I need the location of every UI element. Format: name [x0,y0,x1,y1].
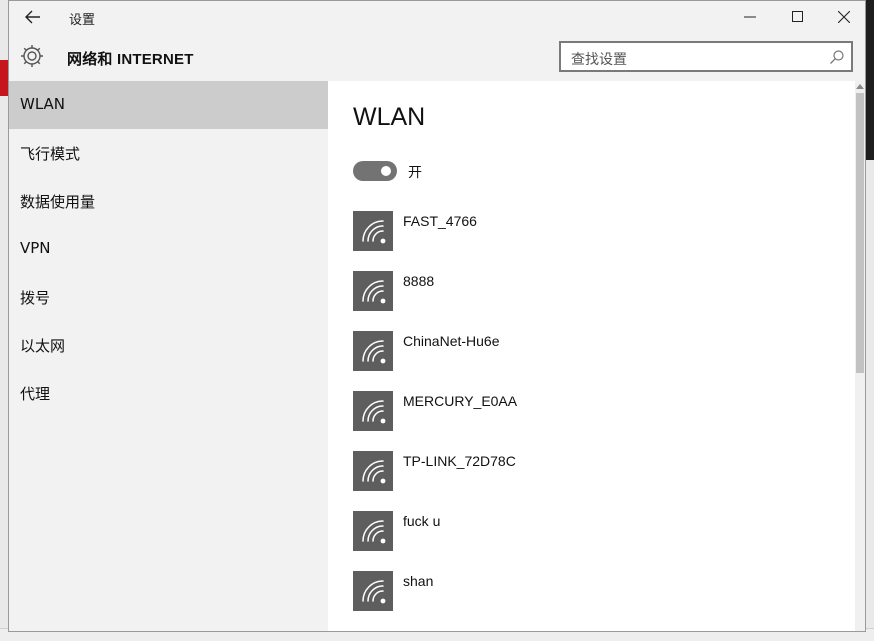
page-title: WLAN [353,103,426,131]
minimize-button[interactable] [727,1,773,33]
network-name: fuck u [403,513,441,529]
minimize-icon [744,16,756,18]
background-light-strip [866,160,874,640]
sidebar-item-label: 数据使用量 [20,193,96,211]
sidebar-item-vpn[interactable]: VPN [9,225,328,273]
background-window-left [0,0,8,640]
network-name: FAST_4766 [403,213,477,229]
chevron-up-icon [856,84,864,89]
window-title: 设置 [69,13,96,28]
wifi-signal-tile [353,331,393,371]
toggle-knob [381,166,391,176]
wifi-icon [362,580,386,604]
sidebar-item-label: 代理 [20,385,51,403]
maximize-icon [792,11,803,22]
wifi-toggle-label: 开 [408,165,422,181]
wifi-icon [362,220,386,244]
arrow-left-icon [25,10,40,24]
network-item[interactable]: FAST_4766 [353,211,833,255]
sidebar-item-label: WLAN [20,95,66,113]
maximize-button[interactable] [775,1,821,33]
wifi-icon [362,460,386,484]
background-red-strip [0,60,8,96]
wifi-signal-tile [353,451,393,491]
wifi-signal-tile [353,571,393,611]
wifi-signal-tile [353,511,393,551]
wifi-icon [362,400,386,424]
wifi-signal-tile [353,391,393,431]
sidebar-item-ethernet[interactable]: 以太网 [9,321,328,369]
wifi-signal-tile [353,271,393,311]
sidebar-item-proxy[interactable]: 代理 [9,369,328,417]
network-item[interactable]: ChinaNet-Hu6e [353,331,833,375]
search-icon[interactable] [829,49,845,65]
search-placeholder: 查找设置 [571,52,627,68]
wifi-icon [362,520,386,544]
network-item[interactable]: shan [353,571,833,615]
background-window-right [866,0,874,640]
scroll-up-arrow[interactable] [855,83,865,91]
network-item[interactable]: 8888 [353,271,833,315]
content-pane: WLAN 开 FAST_4766 8888 ChinaNet-Hu6e MERCURY… [328,81,865,631]
close-icon [838,11,850,23]
settings-header: 网络和 INTERNET 查找设置 [9,33,865,81]
back-button[interactable] [19,5,47,29]
wifi-signal-tile [353,211,393,251]
sidebar-item-label: 拨号 [20,289,51,307]
close-button[interactable] [821,1,865,33]
wifi-icon [362,340,386,364]
network-name: 8888 [403,273,435,289]
sidebar-item-label: 飞行模式 [20,145,81,163]
gear-icon [21,45,43,67]
network-item[interactable]: fuck u [353,511,833,555]
sidebar-item-label: 以太网 [20,337,66,355]
sidebar-item-label: VPN [20,239,51,257]
search-input[interactable]: 查找设置 [559,41,853,72]
network-name: shan [403,573,434,589]
network-item[interactable]: MERCURY_E0AA [353,391,833,435]
settings-window: 设置 网络和 INTERNET 查找设置 WLAN 飞行模式 数据使用量 VPN… [8,0,866,632]
sidebar-item-data-usage[interactable]: 数据使用量 [9,177,328,225]
wifi-toggle[interactable] [353,161,397,181]
sidebar-item-wlan[interactable]: WLAN [9,81,328,129]
sidebar: WLAN 飞行模式 数据使用量 VPN 拨号 以太网 代理 [9,81,328,631]
title-bar[interactable]: 设置 [9,1,865,33]
network-item[interactable]: TP-LINK_72D78C [353,451,833,495]
scrollbar[interactable] [855,81,865,631]
sidebar-item-dial-up[interactable]: 拨号 [9,273,328,321]
sidebar-item-airplane-mode[interactable]: 飞行模式 [9,129,328,177]
network-name: ChinaNet-Hu6e [403,333,500,349]
network-name: TP-LINK_72D78C [403,453,516,469]
section-title: 网络和 INTERNET [67,51,194,68]
scroll-thumb[interactable] [856,93,864,373]
network-name: MERCURY_E0AA [403,393,518,409]
wifi-icon [362,280,386,304]
